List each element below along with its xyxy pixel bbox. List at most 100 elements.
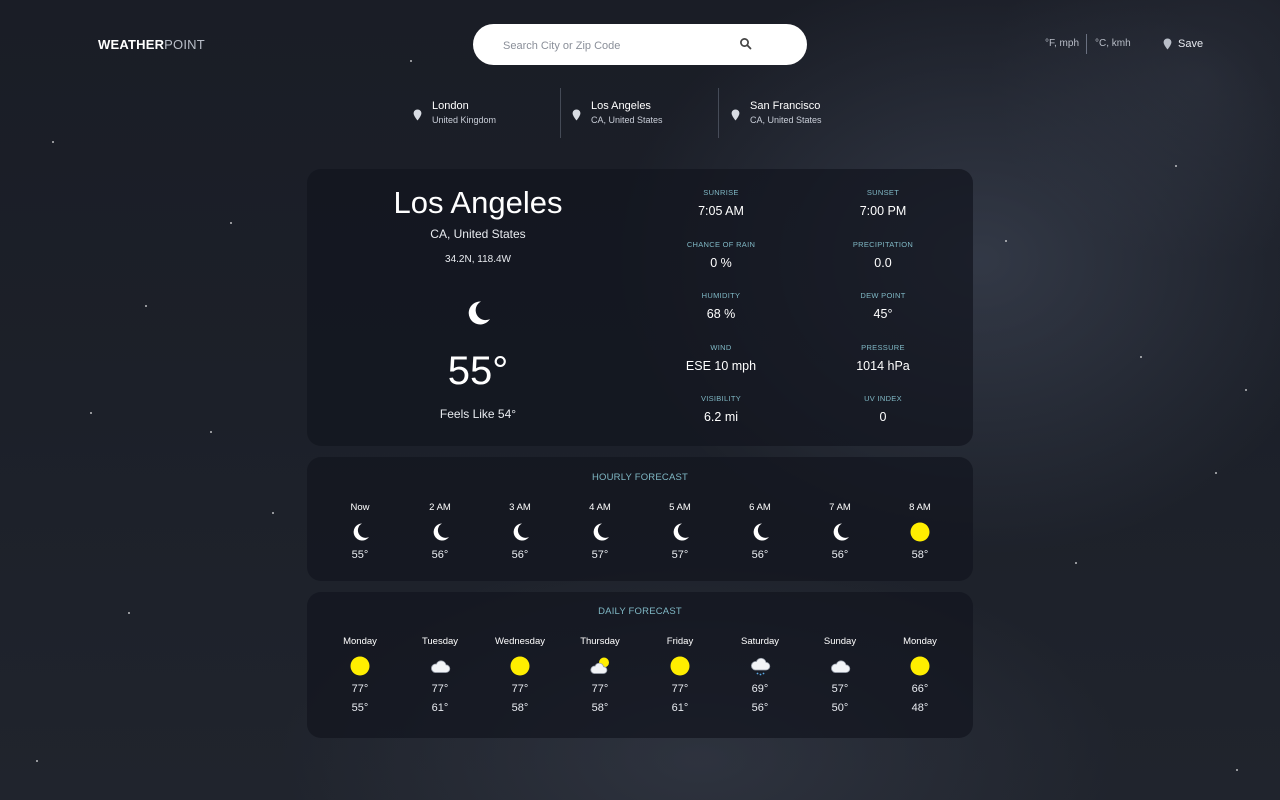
stat-label: HUMIDITY [701, 291, 741, 300]
day-high: 77° [431, 683, 449, 695]
day-low: 61° [671, 702, 689, 714]
search-icon[interactable] [739, 37, 753, 51]
stat-dew-point: DEW POINT 45° [813, 291, 953, 321]
day-high: 66° [911, 683, 929, 695]
sun-icon [350, 656, 370, 676]
daily-forecast-card: DAILY FORECAST Monday 77° 55° Tuesday 77… [307, 592, 973, 738]
hour-label: 3 AM [509, 502, 531, 513]
moon-icon [753, 523, 769, 541]
stat-value: 0 [879, 410, 887, 424]
pin-icon [572, 109, 581, 121]
stat-value: 6.2 mi [703, 410, 739, 424]
brand-light: POINT [164, 37, 205, 52]
current-conditions-card: Los Angeles CA, United States 34.2N, 118… [307, 169, 973, 446]
stat-label: PRECIPITATION [852, 240, 914, 249]
stat-sunset: SUNSET 7:00 PM [813, 188, 953, 218]
current-city: Los Angeles [393, 185, 563, 220]
moon-icon [353, 523, 369, 541]
hourly-forecast-title: HOURLY FORECAST [591, 472, 689, 483]
hour-temp: 55° [351, 549, 369, 561]
hour-label: 7 AM [829, 502, 851, 513]
stat-label: VISIBILITY [700, 394, 742, 403]
hour-temp: 56° [751, 549, 769, 561]
hour-temp: 57° [671, 549, 689, 561]
hour-label: 6 AM [749, 502, 771, 513]
hour-temp: 57° [591, 549, 609, 561]
hourly-item: 7 AM 56° [800, 502, 880, 561]
feels-like: Feels Like 54° [439, 407, 517, 421]
saved-location-los-angeles[interactable]: Los Angeles CA, United States [572, 100, 663, 127]
search-input[interactable] [501, 35, 745, 57]
daily-item: Saturday 69° 56° [720, 636, 800, 714]
sun-icon [910, 656, 930, 676]
daily-item: Sunday 57° 50° [800, 636, 880, 714]
hour-label: Now [350, 502, 370, 513]
save-button[interactable]: Save [1163, 38, 1203, 50]
moon-icon [593, 523, 609, 541]
stat-wind: WIND ESE 10 mph [651, 343, 791, 373]
location-name: London [432, 100, 469, 112]
stat-label: UV INDEX [864, 394, 902, 403]
day-high: 69° [751, 683, 769, 695]
daily-item: Friday 77° 61° [640, 636, 720, 714]
unit-toggle-imperial[interactable]: °F, mph [1045, 38, 1079, 49]
stat-value: 0 % [710, 256, 732, 270]
brand-logo[interactable]: WEATHERPOINT [98, 37, 205, 52]
hour-label: 2 AM [429, 502, 451, 513]
day-low: 58° [591, 702, 609, 714]
save-label: Save [1178, 38, 1204, 50]
day-low: 56° [751, 702, 769, 714]
stat-visibility: VISIBILITY 6.2 mi [651, 394, 791, 424]
stat-value: 45° [873, 307, 893, 321]
day-label: Sunday [823, 636, 857, 647]
hourly-item: 4 AM 57° [560, 502, 640, 561]
rain-cloud-icon [751, 657, 771, 676]
location-name: Los Angeles [591, 100, 651, 112]
current-temperature: 55° [447, 349, 509, 393]
hour-temp: 56° [511, 549, 529, 561]
stat-label: SUNSET [866, 188, 900, 197]
moon-icon [513, 523, 529, 541]
day-label: Saturday [740, 636, 780, 647]
unit-toggle-metric[interactable]: °C, kmh [1095, 38, 1131, 49]
hourly-item: 5 AM 57° [640, 502, 720, 561]
hourly-item: 6 AM 56° [720, 502, 800, 561]
cloud-icon [831, 660, 851, 673]
day-label: Thursday [580, 636, 620, 647]
stat-value: ESE 10 mph [685, 359, 757, 373]
hourly-item: Now 55° [320, 502, 400, 561]
day-label: Friday [666, 636, 694, 647]
hourly-item: 2 AM 56° [400, 502, 480, 561]
stat-value: 7:05 AM [698, 204, 744, 218]
daily-item: Tuesday 77° 61° [400, 636, 480, 714]
stat-uv-index: UV INDEX 0 [813, 394, 953, 424]
saved-location-london[interactable]: London United Kingdom [413, 100, 496, 127]
location-divider [560, 88, 561, 138]
hourly-item: 3 AM 56° [480, 502, 560, 561]
hour-label: 5 AM [669, 502, 691, 513]
hour-label: 4 AM [589, 502, 611, 513]
daily-item: Monday 66° 48° [880, 636, 960, 714]
cloud-icon [431, 660, 451, 673]
day-low: 55° [351, 702, 369, 714]
stat-pressure: PRESSURE 1014 hPa [813, 343, 953, 373]
day-low: 58° [511, 702, 529, 714]
search-bar [473, 24, 807, 65]
pin-icon [1163, 38, 1172, 50]
stat-precipitation: PRECIPITATION 0.0 [813, 240, 953, 270]
partly-cloudy-icon [590, 657, 609, 674]
daily-item: Thursday 77° 58° [560, 636, 640, 714]
location-name: San Francisco [750, 100, 821, 112]
stat-label: WIND [710, 343, 732, 352]
location-divider [718, 88, 719, 138]
daily-item: Wednesday 77° 58° [480, 636, 560, 714]
stat-value: 68 % [706, 307, 736, 321]
stat-humidity: HUMIDITY 68 % [651, 291, 791, 321]
day-high: 77° [511, 683, 529, 695]
daily-item: Monday 77° 55° [320, 636, 400, 714]
stat-label: DEW POINT [860, 291, 906, 300]
moon-icon [833, 523, 849, 541]
stat-value: 0.0 [874, 256, 892, 270]
saved-location-san-francisco[interactable]: San Francisco CA, United States [731, 100, 822, 127]
location-region: CA, United States [591, 115, 663, 125]
